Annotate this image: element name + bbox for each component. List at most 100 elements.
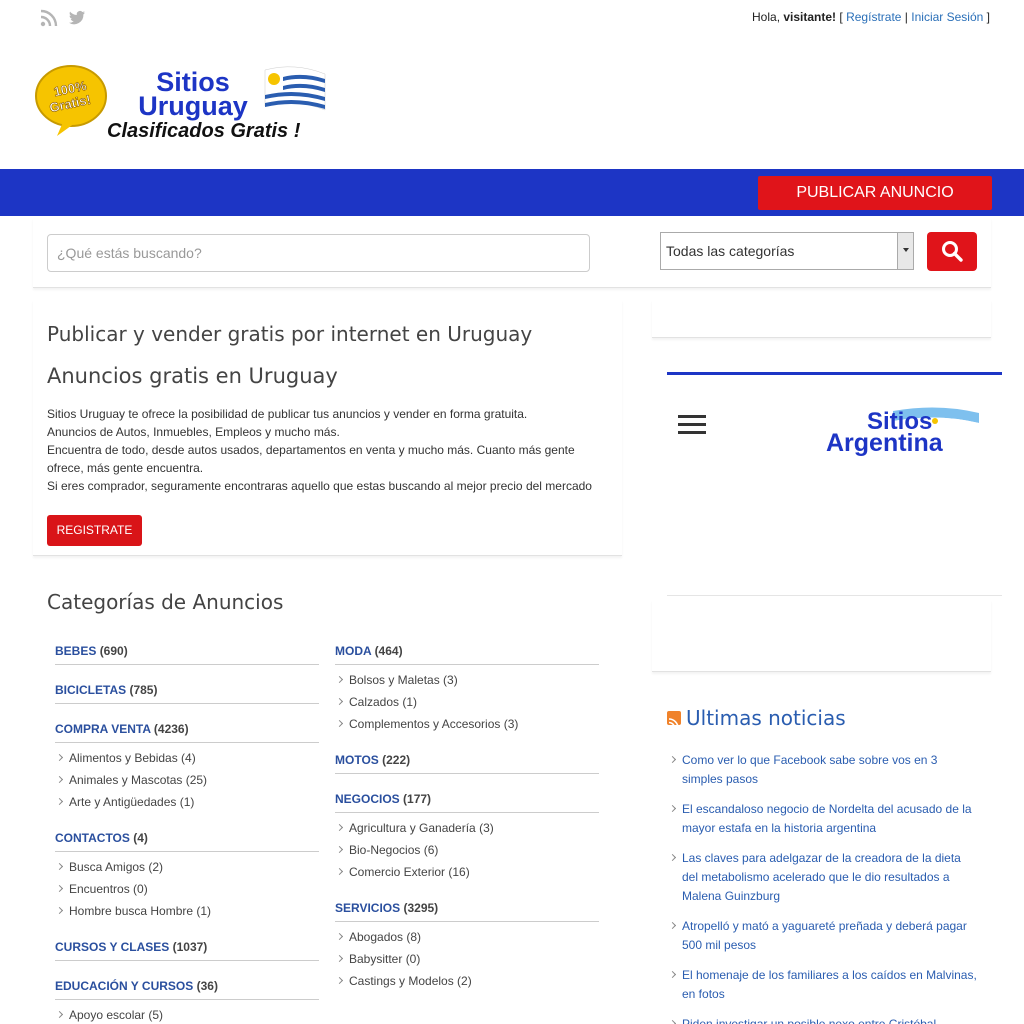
chevron-down-icon[interactable]: [897, 233, 913, 269]
category-header: MOTOS (222): [335, 749, 599, 774]
category-header: BEBES (690): [55, 640, 319, 665]
category-count: (785): [129, 683, 158, 697]
category-count: (177): [403, 792, 432, 806]
category-header: BICICLETAS (785): [55, 679, 319, 704]
category-count: (1037): [172, 940, 208, 954]
intro-line: Anuncios de Autos, Inmuebles, Empleos y …: [47, 425, 340, 439]
uruguay-flag-icon: [264, 66, 326, 111]
categories-title: Categorías de Anuncios: [47, 590, 284, 614]
bracket-open: [: [839, 10, 843, 24]
subcategory-link[interactable]: Apoyo escolar (5): [55, 1004, 319, 1024]
category-count: (222): [382, 753, 411, 767]
category-link[interactable]: MODA: [335, 644, 371, 658]
category-header: MODA (464): [335, 640, 599, 665]
news-item-link[interactable]: Atropelló y mató a yaguareté preñada y d…: [667, 917, 977, 955]
category-link[interactable]: BICICLETAS: [55, 683, 126, 697]
subcategory-link[interactable]: Bio-Negocios (6): [335, 839, 599, 861]
subcategory-link[interactable]: Alimentos y Bebidas (4): [55, 747, 319, 769]
news-item-link[interactable]: El escandaloso negocio de Nordelta del a…: [667, 800, 977, 838]
category-link[interactable]: CONTACTOS: [55, 831, 130, 845]
greeting-text: Hola,: [752, 10, 781, 24]
news-title-text[interactable]: Ultimas noticias: [686, 706, 846, 730]
intro-line: Sitios Uruguay te ofrece la posibilidad …: [47, 407, 528, 421]
category-header: CONTACTOS (4): [55, 827, 319, 852]
login-link[interactable]: Iniciar Sesión: [911, 10, 983, 24]
category-select[interactable]: Todas las categorías: [660, 232, 914, 270]
category-block: EDUCACIÓN Y CURSOS (36) Apoyo escolar (5): [55, 975, 319, 1024]
categories-column-2: MODA (464) Bolsos y Maletas (3) Calzados (…: [335, 640, 599, 1006]
subcategory-list: Apoyo escolar (5): [55, 1000, 319, 1024]
category-link[interactable]: BEBES: [55, 644, 96, 658]
subcategory-link[interactable]: Comercio Exterior (16): [335, 861, 599, 883]
rss-icon[interactable]: [40, 9, 58, 27]
news-item-link[interactable]: El homenaje de los familiares a los caíd…: [667, 966, 977, 1004]
twitter-icon[interactable]: [68, 9, 86, 27]
logo-line2: Uruguay: [138, 91, 248, 121]
subcategory-link[interactable]: Arte y Antigüedades (1): [55, 791, 319, 813]
category-link[interactable]: EDUCACIÓN Y CURSOS: [55, 979, 193, 993]
category-block: MODA (464) Bolsos y Maletas (3) Calzados (…: [335, 640, 599, 735]
category-count: (36): [196, 979, 218, 993]
subcategory-link[interactable]: Bolsos y Maletas (3): [335, 669, 599, 691]
news-item-link[interactable]: Como ver lo que Facebook sabe sobre vos …: [667, 751, 977, 789]
category-count: (464): [374, 644, 403, 658]
category-link[interactable]: MOTOS: [335, 753, 379, 767]
category-header: SERVICIOS (3295): [335, 897, 599, 922]
subcategory-list: Busca Amigos (2) Encuentros (0) Hombre bus…: [55, 852, 319, 922]
category-header: COMPRA VENTA (4236): [55, 718, 319, 743]
page-title: Publicar y vender gratis por internet en…: [47, 322, 533, 346]
subcategory-link[interactable]: Encuentros (0): [55, 878, 319, 900]
nav-band: PUBLICAR ANUNCIO: [0, 169, 1024, 216]
intro-line: Si eres comprador, seguramente encontrar…: [47, 479, 592, 493]
subcategory-link[interactable]: Abogados (8): [335, 926, 599, 948]
ad-logo: Sitios Argentina: [826, 407, 979, 457]
category-link[interactable]: COMPRA VENTA: [55, 722, 151, 736]
search-bar: ¿Qué estás buscando? Todas las categoría…: [33, 218, 991, 288]
subcategory-link[interactable]: Busca Amigos (2): [55, 856, 319, 878]
category-block: CONTACTOS (4) Busca Amigos (2) Encuentros …: [55, 827, 319, 922]
category-block: CURSOS Y CLASES (1037): [55, 936, 319, 961]
subcategory-list: Alimentos y Bebidas (4) Animales y Mascot…: [55, 743, 319, 813]
subcategory-link[interactable]: Animales y Mascotas (25): [55, 769, 319, 791]
news-title: Ultimas noticias: [667, 706, 846, 730]
register-button[interactable]: REGISTRATE: [47, 515, 142, 546]
category-count: (3295): [403, 901, 439, 915]
ad-banner[interactable]: Sitios Argentina: [667, 372, 1002, 596]
intro-panel: Publicar y vender gratis por internet en…: [33, 300, 622, 556]
category-header: NEGOCIOS (177): [335, 788, 599, 813]
search-input[interactable]: ¿Qué estás buscando?: [47, 234, 590, 272]
category-count: (4): [133, 831, 148, 845]
category-block: BEBES (690): [55, 640, 319, 665]
sidebar-box: [652, 300, 991, 338]
category-block: NEGOCIOS (177) Agricultura y Ganadería (3…: [335, 788, 599, 883]
logo-tagline: Clasificados Gratis !: [107, 120, 301, 142]
top-bar: Hola, visitante! [ Regístrate | Iniciar …: [0, 0, 1024, 40]
category-link[interactable]: SERVICIOS: [335, 901, 400, 915]
category-header: EDUCACIÓN Y CURSOS (36): [55, 975, 319, 1000]
subcategory-link[interactable]: Hombre busca Hombre (1): [55, 900, 319, 922]
intro-text: Sitios Uruguay te ofrece la posibilidad …: [47, 405, 607, 495]
category-block: BICICLETAS (785): [55, 679, 319, 704]
category-block: SERVICIOS (3295) Abogados (8) Babysitter (…: [335, 897, 599, 992]
subcategory-link[interactable]: Calzados (1): [335, 691, 599, 713]
subcategory-link[interactable]: Castings y Modelos (2): [335, 970, 599, 992]
category-link[interactable]: CURSOS Y CLASES: [55, 940, 169, 954]
subcategory-link[interactable]: Babysitter (0): [335, 948, 599, 970]
subcategory-list: Abogados (8) Babysitter (0) Castings y Mod…: [335, 922, 599, 992]
category-count: (690): [99, 644, 128, 658]
news-item-link[interactable]: Las claves para adelgazar de la creadora…: [667, 849, 977, 906]
category-link[interactable]: NEGOCIOS: [335, 792, 400, 806]
register-link[interactable]: Regístrate: [846, 10, 901, 24]
search-button[interactable]: [927, 232, 977, 271]
menu-icon[interactable]: [678, 415, 706, 439]
site-logo[interactable]: 100% Gratis! Sitios Uruguay Clasificados…: [33, 60, 333, 144]
publish-ad-button[interactable]: PUBLICAR ANUNCIO: [758, 176, 992, 210]
subcategory-link[interactable]: Agricultura y Ganadería (3): [335, 817, 599, 839]
category-select-value: Todas las categorías: [666, 243, 795, 259]
news-list: Como ver lo que Facebook sabe sobre vos …: [667, 751, 977, 1024]
social-links: [40, 9, 86, 27]
subcategory-link[interactable]: Complementos y Accesorios (3): [335, 713, 599, 735]
category-block: COMPRA VENTA (4236) Alimentos y Bebidas (…: [55, 718, 319, 813]
news-item-link[interactable]: Piden investigar un posible nexo entre C…: [667, 1015, 977, 1024]
sidebar-box: [652, 600, 991, 672]
